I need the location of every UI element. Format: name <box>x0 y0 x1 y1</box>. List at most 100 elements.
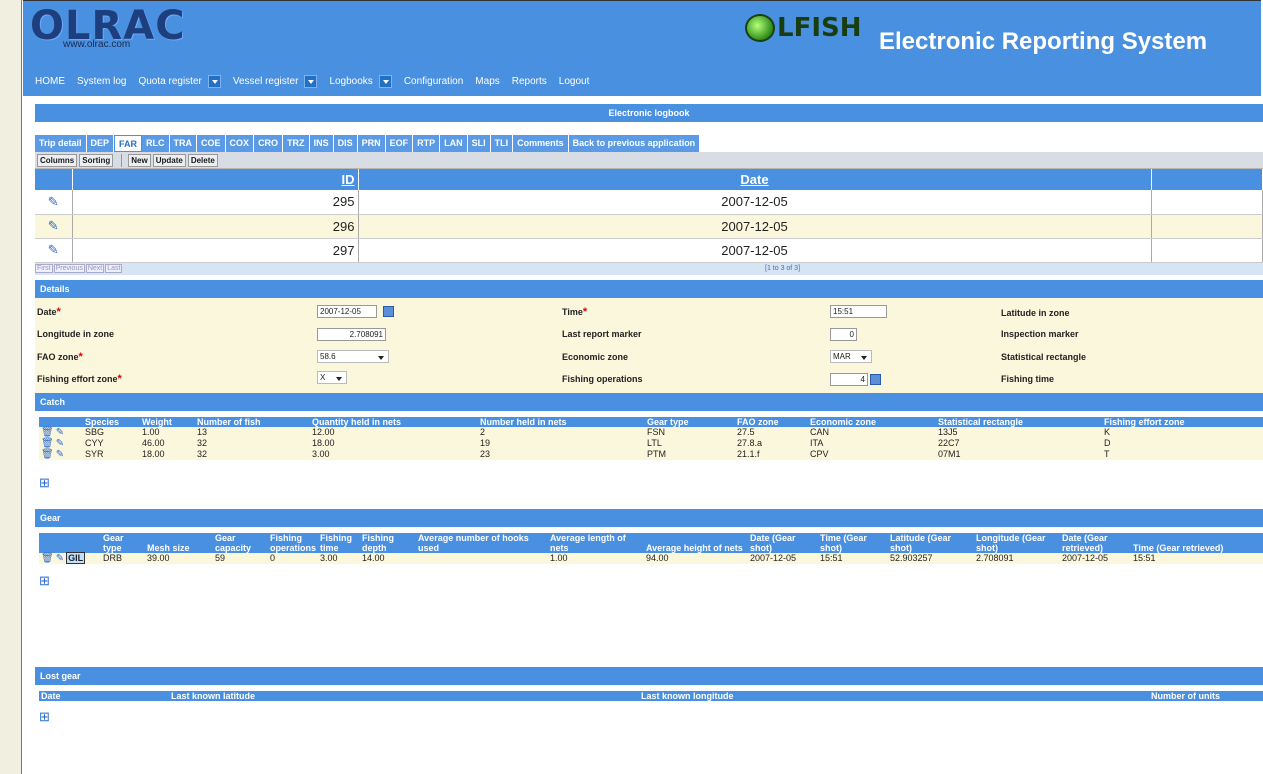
catch-cell: T <box>1102 448 1263 460</box>
edit-pencil-icon[interactable]: ✎ <box>35 190 73 215</box>
new-button[interactable]: New <box>128 153 151 167</box>
grid-row[interactable]: ✎ 296 2007-12-05 <box>35 214 1263 239</box>
dropdown-arrow-icon[interactable] <box>207 75 221 88</box>
nav-item-vessel-register[interactable]: Vessel register <box>233 75 318 88</box>
tab-dis[interactable]: DIS <box>333 135 358 152</box>
tab-strip: Trip detail DEP FAR RLC TRA COE COX CRO TRZ INS DI… <box>35 135 1263 152</box>
catch-header-number-held-in-nets: Number held in nets <box>478 416 645 427</box>
nav-item-logout[interactable]: Logout <box>559 76 590 87</box>
catch-header-weight: Weight <box>140 416 195 427</box>
edit-pencil-icon[interactable]: ✎ <box>56 449 64 460</box>
catch-row[interactable]: 🗑 ✎ CYY 46.00 32 18.00 19 LTL 27.8.a ITA 22C7 D <box>39 437 1263 449</box>
grid-cell-empty <box>1151 238 1263 263</box>
grid-row[interactable]: ✎ 295 2007-12-05 <box>35 190 1263 215</box>
catch-header-statistical-rectangle: Statistical rectangle <box>936 416 1102 427</box>
nav-item-logbooks[interactable]: Logbooks <box>329 75 392 88</box>
longitude-input[interactable]: 2.708091 <box>317 327 386 341</box>
add-lost-gear-icon[interactable]: ⊞ <box>39 709 50 725</box>
nav-item-maps[interactable]: Maps <box>475 76 499 87</box>
catch-cell: 18.00 <box>140 448 195 460</box>
row-actions: 🗑 ✎ <box>39 448 83 460</box>
fao-zone-select[interactable]: 58.6 <box>317 349 389 363</box>
tab-far[interactable]: FAR <box>114 135 143 152</box>
nav-item-system-log[interactable]: System log <box>77 76 126 87</box>
trash-icon[interactable]: 🗑 <box>41 427 54 438</box>
gear-header-date-gear-shot-: Date (Gear shot) <box>748 532 819 553</box>
gear-row[interactable]: 🗑 ✎ GIL DRB 39.00 59 0 3.00 14.00 1.00 94.00 2007-1… <box>39 551 1263 564</box>
tab-cox[interactable]: COX <box>225 135 255 152</box>
tab-back-to-previous-application[interactable]: Back to previous application <box>568 135 701 152</box>
trash-icon[interactable]: 🗑 <box>41 438 54 449</box>
trash-icon[interactable]: 🗑 <box>41 553 54 564</box>
catch-header-fao-zone: FAO zone <box>735 416 808 427</box>
fishing-effort-zone-select[interactable]: X <box>317 370 347 384</box>
grid-header-date[interactable]: Date <box>358 169 1152 190</box>
edit-pencil-icon[interactable]: ✎ <box>35 238 73 263</box>
delete-button[interactable]: Delete <box>187 153 218 167</box>
tab-cro[interactable]: CRO <box>254 135 284 152</box>
tab-tra[interactable]: TRA <box>169 135 198 152</box>
nav-item-home[interactable]: HOME <box>35 76 65 87</box>
edit-pencil-icon[interactable]: ✎ <box>56 427 64 438</box>
tab-lan[interactable]: LAN <box>440 135 468 152</box>
economic-zone-label: Economic zone <box>562 351 629 362</box>
gear-cell: 15:51 <box>818 552 889 564</box>
row-actions: 🗑 ✎ GIL <box>39 551 101 564</box>
pager-first-button[interactable]: First <box>35 264 53 273</box>
columns-button[interactable]: Columns <box>37 153 78 167</box>
edit-pencil-icon[interactable]: ✎ <box>56 553 64 564</box>
catch-row[interactable]: 🗑 ✎ SBG 1.00 13 12.00 2 FSN 27.5 CAN 13J5 K <box>39 426 1263 438</box>
fishing-time-label: Fishing time <box>1001 373 1055 384</box>
nav-item-quota-register[interactable]: Quota register <box>138 75 221 88</box>
catch-row[interactable]: 🗑 ✎ SYR 18.00 32 3.00 23 PTM 21.1.f CPV 07M1 T <box>39 448 1263 460</box>
lost-gear-header-units: Number of units <box>1149 690 1263 701</box>
fishing-operations-input[interactable]: 4 <box>830 372 868 386</box>
tab-dep[interactable]: DEP <box>86 135 115 152</box>
tab-eof[interactable]: EOF <box>385 135 414 152</box>
tab-rlc[interactable]: RLC <box>142 135 170 152</box>
add-catch-icon[interactable]: ⊞ <box>39 475 50 491</box>
catch-cell: SYR <box>83 448 140 460</box>
update-button[interactable]: Update <box>152 153 186 167</box>
grid-header-id[interactable]: ID <box>72 169 359 190</box>
pager-next-button[interactable]: Next <box>85 264 105 273</box>
edit-pencil-icon[interactable]: ✎ <box>35 214 73 239</box>
catch-cell: SBG <box>83 426 140 438</box>
catch-cell: 27.8.a <box>735 437 808 449</box>
gear-header-gear-type: Gear type <box>101 532 145 553</box>
tab-rtp[interactable]: RTP <box>413 135 441 152</box>
dropdown-arrow-icon[interactable] <box>304 75 318 88</box>
edit-pencil-icon[interactable]: ✎ <box>56 438 64 449</box>
last-report-input[interactable]: 0 <box>830 327 857 341</box>
gil-badge[interactable]: GIL <box>66 551 86 564</box>
grid-row[interactable]: ✎ 297 2007-12-05 <box>35 238 1263 263</box>
tab-trz[interactable]: TRZ <box>283 135 310 152</box>
tab-comments[interactable]: Comments <box>513 135 569 152</box>
logbook-title: Electronic logbook <box>35 104 1263 122</box>
tab-ins[interactable]: INS <box>309 135 334 152</box>
pager-last-button[interactable]: Last <box>105 264 123 273</box>
time-input[interactable]: 15:51 <box>830 304 887 318</box>
chevron-down-icon <box>861 355 867 360</box>
nav-item-configuration[interactable]: Configuration <box>404 76 463 87</box>
calendar-icon[interactable] <box>383 305 394 317</box>
sorting-button[interactable]: Sorting <box>79 153 114 167</box>
gear-cell: 52.903257 <box>888 552 975 564</box>
stepper-icon[interactable] <box>870 373 881 385</box>
pager-previous-button[interactable]: Previous <box>53 264 85 273</box>
trash-icon[interactable]: 🗑 <box>41 449 54 460</box>
tab-sli[interactable]: SLI <box>467 135 491 152</box>
tab-prn[interactable]: PRN <box>357 135 386 152</box>
time-label: Time* <box>562 305 588 318</box>
details-panel: Date* 2007-12-05 Time* 15:51 Latitude in… <box>35 297 1263 393</box>
nav-item-reports[interactable]: Reports <box>512 76 547 87</box>
tab-coe[interactable]: COE <box>197 135 226 152</box>
tab-trip-detail[interactable]: Trip detail <box>35 135 87 152</box>
dropdown-arrow-icon[interactable] <box>378 75 392 88</box>
grid-cell-date: 2007-12-05 <box>358 190 1152 215</box>
tab-tli[interactable]: TLI <box>490 135 514 152</box>
add-gear-icon[interactable]: ⊞ <box>39 573 50 589</box>
date-input[interactable]: 2007-12-05 <box>317 304 377 318</box>
economic-zone-select[interactable]: MAR <box>830 349 872 363</box>
lost-gear-table: Date Last known latitude Last known long… <box>39 690 1263 701</box>
